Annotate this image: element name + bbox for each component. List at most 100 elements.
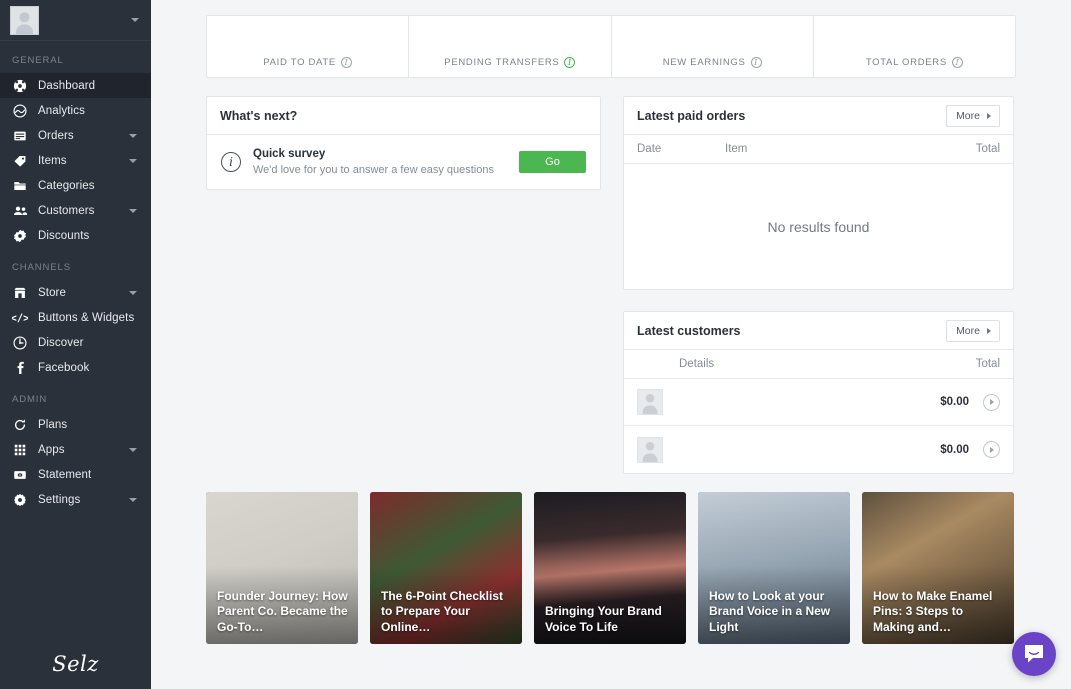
whats-next-text: Quick survey We'd love for you to answer… [253, 148, 507, 176]
info-icon[interactable]: i [564, 57, 576, 68]
article-card[interactable]: How to Make Enamel Pins: 3 Steps to Maki… [862, 492, 1014, 644]
article-title: Founder Journey: How Parent Co. Became t… [217, 588, 348, 634]
sidebar-item-label: Discounts [38, 229, 90, 242]
whats-next-card: What's next? i Quick survey We'd love fo… [206, 96, 601, 190]
sidebar-item-discover[interactable]: Discover [0, 330, 151, 355]
main-content: PAID TO DATE i PENDING TRANSFERS i NEW E… [151, 0, 1071, 689]
orders-table-header: Date Item Total [624, 135, 1013, 164]
latest-customers-card: Latest customers More Details Total $0.0… [623, 311, 1014, 474]
more-button-customers[interactable]: More [946, 319, 1000, 342]
customers-table-header: Details Total [624, 350, 1013, 379]
article-title: Bringing Your Brand Voice To Life [545, 604, 662, 634]
whats-next-header: What's next? [207, 97, 600, 135]
brand-logo[interactable]: Selz [0, 652, 151, 676]
intercom-chat-button[interactable] [1012, 632, 1056, 676]
orders-empty-state: No results found [767, 218, 870, 235]
latest-paid-orders-title: Latest paid orders [637, 108, 746, 123]
sidebar-item-buttons-widgets[interactable]: </> Buttons & Widgets [0, 305, 151, 330]
chevron-down-icon[interactable] [129, 447, 137, 452]
left-column: What's next? i Quick survey We'd love fo… [206, 96, 601, 474]
sidebar-item-label: Buttons & Widgets [38, 311, 135, 324]
dashboard-icon [12, 78, 28, 94]
info-icon[interactable]: i [340, 57, 352, 68]
store-icon [12, 285, 28, 301]
latest-paid-orders-header: Latest paid orders More [624, 97, 1013, 135]
article-card[interactable]: How to Look at your Brand Voice in a New… [698, 492, 850, 644]
stat-label-text: TOTAL ORDERS [865, 57, 947, 68]
customer-detail-button[interactable] [983, 441, 1000, 458]
article-list: Founder Journey: How Parent Co. Became t… [151, 492, 1071, 644]
sidebar-item-store[interactable]: Store [0, 280, 151, 305]
sidebar-item-label: Orders [38, 129, 74, 142]
chevron-down-icon[interactable] [129, 158, 137, 163]
customer-row[interactable]: $0.00 [624, 379, 1013, 426]
sidebar-item-label: Discover [38, 336, 84, 349]
more-label: More [956, 324, 980, 337]
svg-text:</>: </> [12, 312, 28, 324]
go-button[interactable]: Go [519, 151, 586, 173]
sidebar-item-analytics[interactable]: Analytics [0, 98, 151, 123]
whats-next-item-title: Quick survey [253, 148, 326, 160]
sidebar-item-label: Settings [38, 493, 81, 506]
sidebar-item-items[interactable]: Items [0, 148, 151, 173]
stat-label: PAID TO DATE i [263, 57, 352, 68]
column-total: Total [975, 358, 1000, 370]
sidebar-item-discounts[interactable]: Discounts [0, 223, 151, 248]
info-icon[interactable]: i [750, 57, 762, 68]
stats-bar: PAID TO DATE i PENDING TRANSFERS i NEW E… [206, 15, 1016, 78]
article-title: The 6-Point Checklist to Prepare Your On… [381, 588, 504, 634]
latest-customers-header: Latest customers More [624, 312, 1013, 350]
user-avatar-icon [15, 11, 34, 34]
customer-detail-button[interactable] [983, 393, 1000, 411]
sidebar-item-customers[interactable]: Customers [0, 198, 151, 223]
sidebar-item-label: Facebook [38, 361, 90, 374]
sidebar-item-categories[interactable]: Categories [0, 173, 151, 198]
chevron-down-icon[interactable] [129, 497, 137, 502]
column-date: Date [637, 143, 662, 155]
chat-bubble-icon [1025, 645, 1043, 663]
sidebar-item-label: Customers [38, 204, 95, 217]
column-item: Item [725, 143, 748, 155]
article-card[interactable]: The 6-Point Checklist to Prepare Your On… [370, 492, 522, 644]
sidebar-item-orders[interactable]: Orders [0, 123, 151, 148]
facebook-icon [12, 360, 28, 376]
sidebar-item-statement[interactable]: Statement [0, 462, 151, 487]
footer-band [151, 673, 1071, 689]
chevron-down-icon[interactable] [129, 208, 137, 213]
sidebar-item-label: Items [38, 154, 67, 167]
sidebar-item-apps[interactable]: Apps [0, 437, 151, 462]
whats-next-title: What's next? [220, 108, 298, 123]
customer-row[interactable]: $0.00 [624, 426, 1013, 473]
sidebar: GENERAL Dashboard Analytics Orders Items Cate… [0, 0, 151, 689]
chevron-right-icon [990, 399, 994, 405]
orders-icon [12, 128, 28, 144]
info-icon[interactable]: i [951, 57, 963, 68]
more-button-orders[interactable]: More [946, 104, 1000, 127]
sidebar-item-settings[interactable]: Settings [0, 487, 151, 512]
refresh-icon [12, 417, 28, 433]
chevron-down-icon[interactable] [129, 290, 137, 295]
stat-card: TOTAL ORDERS i [814, 16, 1015, 77]
right-column: Latest paid orders More Date Item Total … [623, 96, 1014, 474]
chevron-down-icon[interactable] [129, 133, 137, 138]
article-title: How to Look at your Brand Voice in a New… [709, 588, 831, 634]
code-icon: </> [12, 310, 28, 326]
article-title: How to Make Enamel Pins: 3 Steps to Maki… [873, 588, 993, 634]
column-details: Details [679, 358, 715, 370]
more-label: More [956, 109, 980, 122]
statement-icon [12, 467, 28, 483]
sidebar-item-plans[interactable]: Plans [0, 412, 151, 437]
article-card[interactable]: Founder Journey: How Parent Co. Became t… [206, 492, 358, 644]
sidebar-section-title: GENERAL [12, 55, 64, 66]
chevron-right-icon [987, 327, 991, 334]
column-total: Total [975, 143, 1000, 155]
sidebar-item-label: Categories [38, 179, 95, 192]
stat-label-text: PAID TO DATE [263, 57, 336, 68]
sidebar-item-facebook[interactable]: Facebook [0, 355, 151, 380]
article-card[interactable]: Bringing Your Brand Voice To Life [534, 492, 686, 644]
discover-icon [12, 335, 28, 351]
sidebar-item-dashboard[interactable]: Dashboard [0, 73, 151, 98]
latest-customers-title: Latest customers [637, 323, 741, 338]
account-switcher[interactable] [0, 0, 151, 41]
avatar [637, 436, 663, 463]
